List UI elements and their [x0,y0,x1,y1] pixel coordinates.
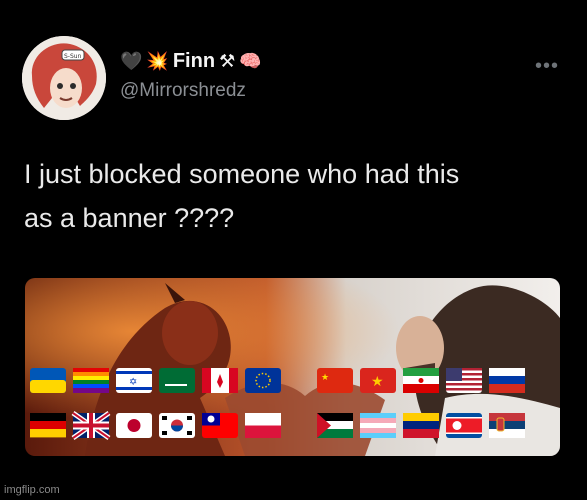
avatar-illustration: S-Sun [22,36,106,120]
flag-european-union [245,368,281,393]
flag-japan [116,413,152,438]
banner-illustration: ✡ ★ ★ [25,278,560,456]
flag-poland [245,413,281,438]
hammer-pick-icon: ⚒ [219,51,236,71]
flag-russia [489,368,525,393]
flag-palestine [317,413,353,438]
tweet-text-line-2: as a banner ???? [24,203,235,233]
svg-text:✡: ✡ [129,377,137,388]
display-name[interactable]: Finn [173,50,215,73]
flag-south-korea [159,413,195,438]
flag-taiwan [202,413,238,438]
flag-israel: ✡ [116,368,152,393]
svg-text:★: ★ [321,372,329,382]
collision-icon: 💥 [146,51,169,71]
banner-image[interactable]: ✡ ★ ★ [25,278,560,456]
display-name-row[interactable]: 🖤 💥 Finn ⚒ 🧠 [120,50,262,73]
svg-text:★: ★ [371,373,384,389]
flag-iran [403,368,439,393]
flag-transgender [360,413,396,438]
avatar[interactable]: S-Sun [22,36,106,120]
flag-germany [30,413,66,438]
flag-united-kingdom [71,410,111,441]
tweet-text-line-1: I just blocked someone who had this [24,159,460,189]
tweet-text: I just blocked someone who had this as a… [24,152,564,240]
flag-canada [202,368,238,393]
flag-venezuela [403,413,439,438]
flag-north-korea [446,413,482,438]
more-horizontal-icon[interactable]: ••• [535,55,559,78]
user-handle[interactable]: @Mirrorshredz [120,80,246,102]
watermark: imgflip.com [4,484,60,496]
brain-icon: 🧠 [239,51,262,71]
flag-china: ★ [317,368,353,393]
flag-vietnam: ★ [360,368,396,393]
flag-united-states [446,368,482,393]
flag-ukraine [30,368,66,393]
flag-saudi-arabia [159,368,195,393]
black-heart-icon: 🖤 [120,51,143,71]
flag-serbia [489,413,525,438]
flag-pride [73,368,109,393]
avatar-label: S-Sun [64,53,82,60]
